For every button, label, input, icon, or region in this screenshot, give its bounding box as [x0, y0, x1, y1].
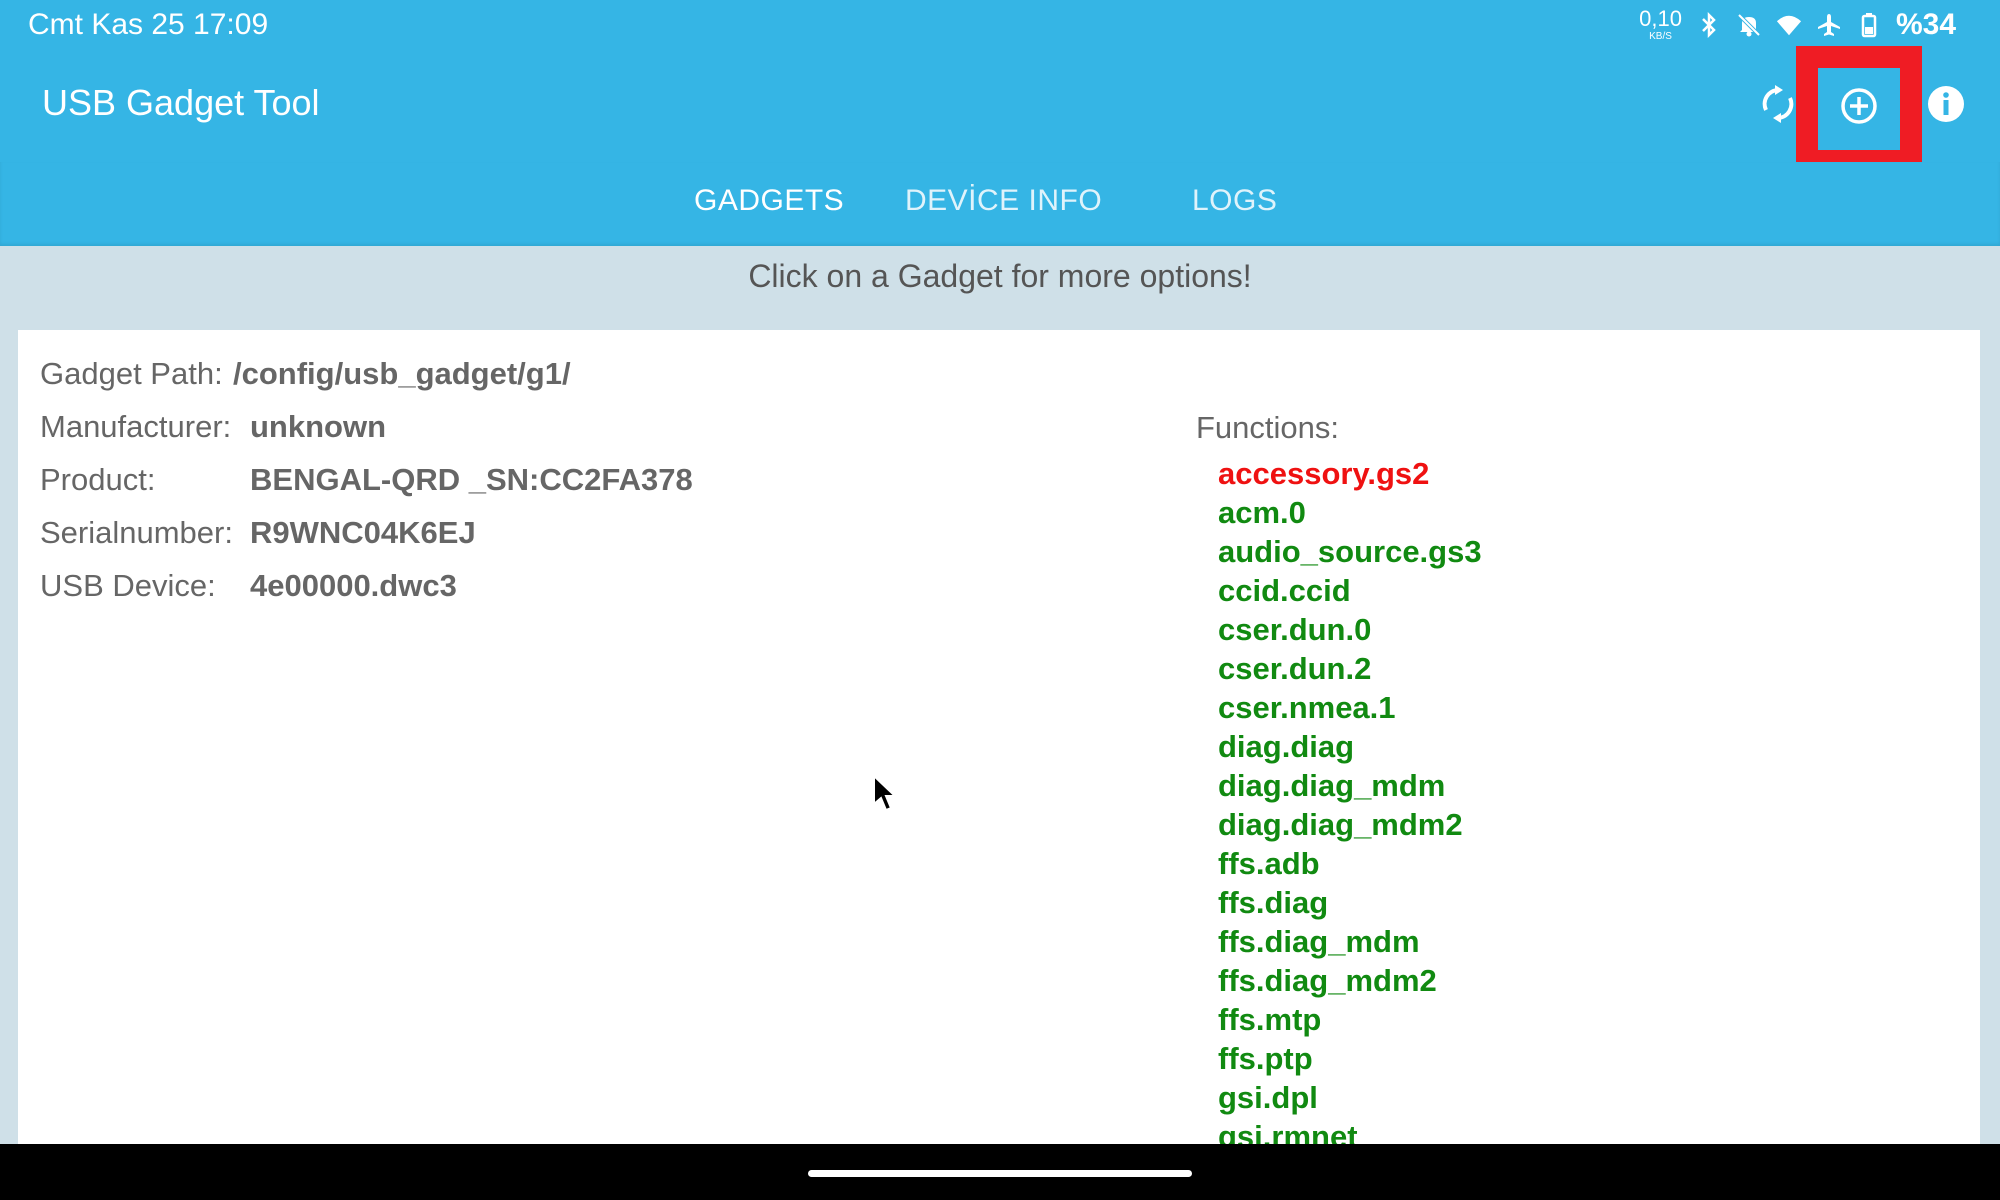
network-speed-unit: KB/S — [1649, 31, 1672, 42]
function-item: ffs.ptp — [1218, 1041, 1313, 1076]
wifi-icon — [1776, 12, 1802, 38]
battery-percentage: %34 — [1895, 8, 1956, 41]
app-bar: USB Gadget Tool — [0, 50, 2000, 162]
function-item: diag.diag_mdm2 — [1218, 807, 1463, 842]
manufacturer-row: Manufacturer: unknown — [40, 409, 386, 445]
app-title: USB Gadget Tool — [42, 82, 320, 123]
function-item: cser.dun.0 — [1218, 612, 1372, 647]
function-item: diag.diag — [1218, 729, 1355, 764]
gadget-path-row: Gadget Path: /config/usb_gadget/g1/ — [40, 356, 571, 392]
function-item: ffs.diag_mdm2 — [1218, 963, 1437, 998]
airplane-mode-icon — [1816, 12, 1842, 38]
bell-muted-icon — [1736, 12, 1762, 38]
bluetooth-icon — [1696, 12, 1722, 38]
sync-button[interactable] — [1752, 78, 1804, 130]
product-row: Product: BENGAL-QRD _SN:CC2FA378 — [40, 462, 693, 498]
function-item: cser.dun.2 — [1218, 651, 1372, 686]
tab-bar: GADGETS DEVİCE INFO LOGS — [0, 162, 2000, 246]
add-gadget-button[interactable] — [1822, 74, 1896, 138]
usb-device-row: USB Device: 4e00000.dwc3 — [40, 568, 457, 604]
add-circle-icon — [1841, 88, 1877, 124]
function-item: diag.diag_mdm — [1218, 768, 1446, 803]
mouse-cursor-icon — [873, 774, 898, 812]
serial-value: R9WNC04K6EJ — [250, 515, 476, 550]
functions-list: accessory.gs2 acm.0 audio_source.gs3 ccid.c… — [1218, 454, 1482, 1156]
tab-gadgets[interactable]: GADGETS — [694, 184, 844, 218]
status-icons: 0,10 KB/S %34 — [1639, 6, 1956, 44]
tab-logs[interactable]: LOGS — [1192, 184, 1277, 218]
function-item: cser.nmea.1 — [1218, 690, 1396, 725]
gadget-card[interactable]: Gadget Path: /config/usb_gadget/g1/ Manu… — [18, 330, 1980, 1200]
usb-device-value: 4e00000.dwc3 — [250, 568, 457, 603]
function-item: ffs.diag_mdm — [1218, 924, 1420, 959]
function-item: ffs.mtp — [1218, 1002, 1322, 1037]
network-speed-value: 0,10 — [1639, 6, 1682, 31]
product-value: BENGAL-QRD _SN:CC2FA378 — [250, 462, 693, 497]
gadget-path-value: /config/usb_gadget/g1/ — [233, 356, 571, 391]
function-item: ccid.ccid — [1218, 573, 1351, 608]
status-bar: Cmt Kas 25 17:09 0,10 KB/S %34 — [0, 0, 2000, 50]
function-item: acm.0 — [1218, 495, 1306, 530]
serial-row: Serialnumber: R9WNC04K6EJ — [40, 515, 476, 551]
function-item: accessory.gs2 — [1218, 456, 1430, 491]
gadget-path-label: Gadget Path: — [40, 356, 223, 391]
sync-icon — [1762, 85, 1794, 123]
info-button[interactable] — [1920, 78, 1972, 130]
function-item: ffs.diag — [1218, 885, 1329, 920]
tab-device-info[interactable]: DEVİCE INFO — [905, 184, 1102, 218]
function-item: ffs.adb — [1218, 846, 1320, 881]
manufacturer-label: Manufacturer: — [40, 409, 232, 444]
info-icon — [1928, 86, 1964, 122]
usb-device-label: USB Device: — [40, 568, 216, 603]
function-item: audio_source.gs3 — [1218, 534, 1482, 569]
navigation-bar — [0, 1144, 2000, 1200]
battery-icon — [1856, 12, 1882, 38]
network-speed: 0,10 KB/S — [1639, 8, 1682, 42]
function-item: gsi.dpl — [1218, 1080, 1318, 1115]
product-label: Product: — [40, 462, 156, 497]
serial-label: Serialnumber: — [40, 515, 233, 550]
functions-label: Functions: — [1196, 410, 1340, 445]
home-gesture-handle[interactable] — [808, 1170, 1192, 1177]
status-time: Cmt Kas 25 17:09 — [28, 8, 269, 41]
hint-text: Click on a Gadget for more options! — [748, 258, 1252, 294]
manufacturer-value: unknown — [250, 409, 387, 444]
